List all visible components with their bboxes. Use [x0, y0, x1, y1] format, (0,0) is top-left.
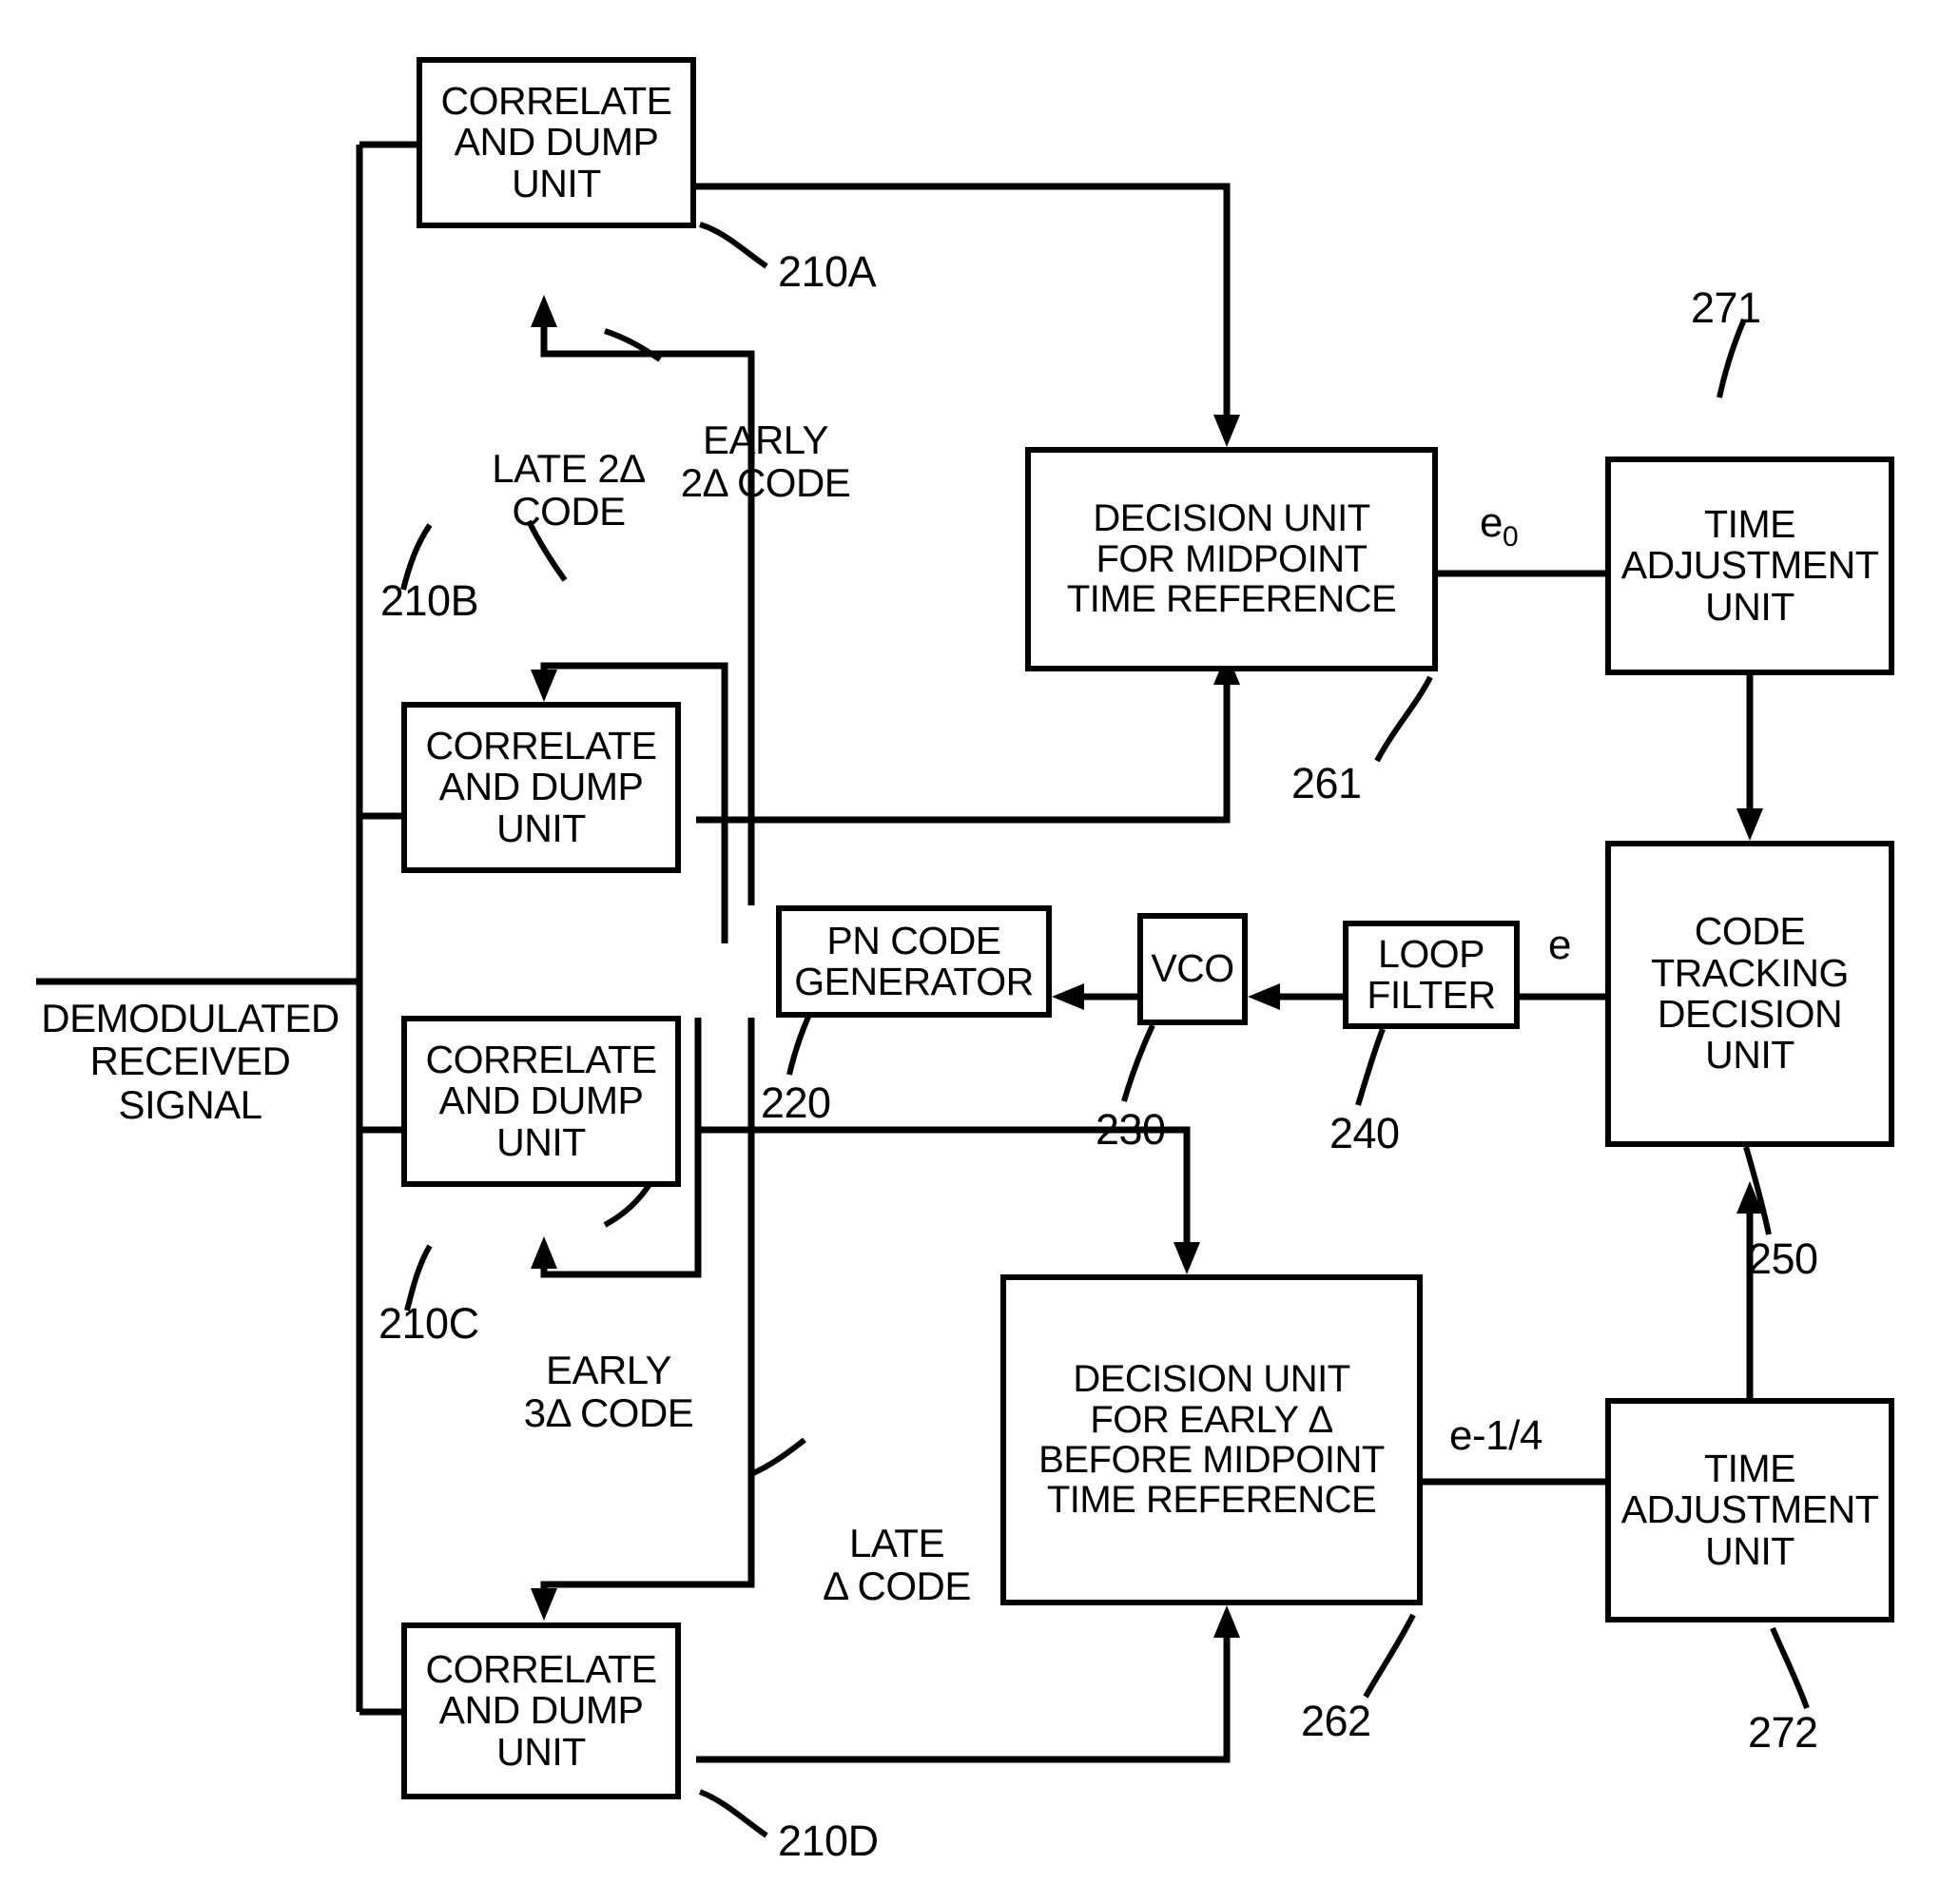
ref-262: 262 [1301, 1697, 1371, 1745]
decision-midpoint-line1: DECISION UNIT [1093, 497, 1370, 540]
pn-code-generator[interactable]: PN CODE GENERATOR [776, 905, 1052, 1018]
input-signal-line3: SIGNAL [118, 1081, 262, 1127]
cdu-c-line1: CORRELATE [425, 1037, 657, 1081]
cdu-d-line2: AND DUMP [438, 1688, 644, 1733]
time-adjust-upper-line3: UNIT [1705, 584, 1794, 629]
signal-label-e-minus-quarter: e-1/4 [1449, 1412, 1542, 1459]
correlate-and-dump-unit-c[interactable]: CORRELATE AND DUMP UNIT [401, 1016, 681, 1187]
input-signal-line1: DEMODULATED [41, 996, 340, 1040]
cdu-a-line3: UNIT [512, 161, 601, 205]
code-tracking-line1: CODE [1694, 909, 1806, 954]
correlate-and-dump-unit-d[interactable]: CORRELATE AND DUMP UNIT [401, 1622, 681, 1799]
vco-block[interactable]: VCO [1137, 913, 1248, 1025]
code-tracking-line3: DECISION [1657, 992, 1843, 1036]
early-3delta-line2: 3Δ CODE [523, 1390, 694, 1436]
ref-210c: 210C [378, 1299, 479, 1348]
input-signal-label: DEMODULATED RECEIVED SIGNAL [29, 997, 352, 1126]
code-tracking-decision-unit[interactable]: CODE TRACKING DECISION UNIT [1605, 841, 1894, 1147]
signal-label-e: e [1548, 922, 1571, 968]
pn-code-generator-line2: GENERATOR [794, 960, 1034, 1003]
input-signal-line2: RECEIVED [89, 1039, 291, 1084]
decision-early-line1: DECISION UNIT [1073, 1358, 1350, 1401]
decision-early-line2: FOR EARLY Δ [1090, 1398, 1333, 1441]
cdu-c-line2: AND DUMP [438, 1078, 644, 1123]
ref-210a: 210A [778, 247, 877, 296]
early-2delta-line1: EARLY [702, 418, 829, 462]
ref-250: 250 [1748, 1234, 1818, 1283]
time-adjust-lower-line3: UNIT [1705, 1528, 1794, 1573]
decision-midpoint-line3: TIME REFERENCE [1066, 578, 1397, 621]
time-adjust-upper-line1: TIME [1704, 501, 1795, 546]
cdu-a-line2: AND DUMP [454, 120, 659, 165]
cdu-d-line3: UNIT [496, 1729, 586, 1774]
cdu-b-line3: UNIT [496, 806, 586, 850]
correlate-and-dump-unit-b[interactable]: CORRELATE AND DUMP UNIT [401, 702, 681, 873]
correlate-and-dump-unit-a[interactable]: CORRELATE AND DUMP UNIT [417, 57, 696, 228]
vco-label: VCO [1151, 946, 1234, 991]
loop-filter-line1: LOOP [1378, 931, 1484, 976]
decision-unit-midpoint[interactable]: DECISION UNIT FOR MIDPOINT TIME REFERENC… [1025, 447, 1438, 671]
signal-label-e0: e0 [1480, 499, 1519, 553]
time-adjust-lower-line2: ADJUSTMENT [1620, 1487, 1879, 1532]
late-2delta-line1: LATE 2Δ [492, 446, 646, 491]
figure-canvas: CORRELATE AND DUMP UNIT 210A CORRELATE A… [0, 0, 1940, 1904]
code-tracking-line2: TRACKING [1651, 950, 1849, 995]
late-delta-code-label: LATE Δ CODE [806, 1522, 987, 1608]
cdu-a-line1: CORRELATE [440, 78, 672, 123]
late-delta-line1: LATE [849, 1521, 944, 1565]
early-3delta-code-label: EARLY 3Δ CODE [504, 1349, 713, 1435]
ref-210b: 210B [380, 576, 479, 625]
late-2delta-code-label: LATE 2Δ CODE [474, 447, 664, 534]
ref-220: 220 [761, 1078, 831, 1127]
cdu-b-line2: AND DUMP [438, 765, 644, 809]
ref-210d: 210D [778, 1817, 879, 1865]
late-2delta-line2: CODE [512, 489, 626, 534]
loop-filter-line2: FILTER [1367, 973, 1496, 1017]
ref-271: 271 [1691, 283, 1761, 332]
time-adjustment-unit-lower[interactable]: TIME ADJUSTMENT UNIT [1605, 1398, 1894, 1622]
ref-240: 240 [1329, 1109, 1400, 1157]
cdu-b-line1: CORRELATE [425, 723, 657, 767]
early-3delta-line1: EARLY [545, 1348, 672, 1392]
signal-e0-base: e [1480, 499, 1503, 546]
cdu-d-line1: CORRELATE [425, 1646, 657, 1691]
early-2delta-line2: 2Δ CODE [680, 460, 851, 506]
time-adjust-upper-line2: ADJUSTMENT [1620, 543, 1879, 588]
time-adjust-lower-line1: TIME [1704, 1446, 1795, 1490]
decision-midpoint-line2: FOR MIDPOINT [1096, 537, 1368, 580]
ref-230: 230 [1096, 1105, 1166, 1154]
decision-unit-early-delta[interactable]: DECISION UNIT FOR EARLY Δ BEFORE MIDPOIN… [1000, 1274, 1423, 1605]
code-tracking-line4: UNIT [1705, 1033, 1794, 1078]
late-delta-line2: Δ CODE [823, 1564, 971, 1609]
pn-code-generator-line1: PN CODE [826, 918, 1001, 962]
loop-filter-block[interactable]: LOOP FILTER [1343, 921, 1520, 1029]
ref-272: 272 [1748, 1708, 1818, 1757]
ref-261: 261 [1291, 759, 1362, 807]
signal-e0-subscript: 0 [1502, 520, 1519, 553]
time-adjustment-unit-upper[interactable]: TIME ADJUSTMENT UNIT [1605, 457, 1894, 675]
early-2delta-code-label: EARLY 2Δ CODE [666, 418, 865, 505]
cdu-c-line3: UNIT [496, 1119, 586, 1164]
decision-early-line4: TIME REFERENCE [1046, 1479, 1377, 1522]
decision-early-line3: BEFORE MIDPOINT [1038, 1439, 1385, 1481]
